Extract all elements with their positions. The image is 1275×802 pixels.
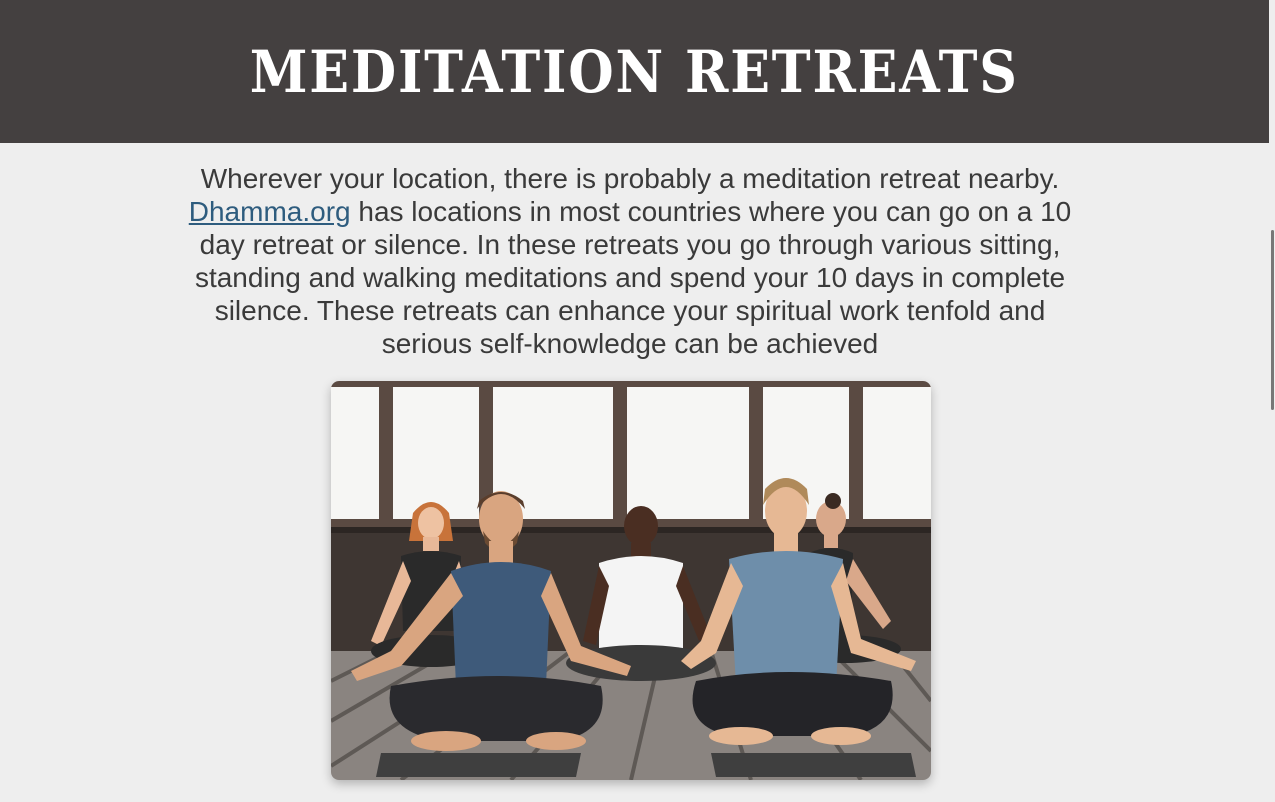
intro-paragraph: Wherever your location, there is probabl… xyxy=(180,162,1080,360)
header-banner: MEDITATION RETREATS xyxy=(0,0,1269,143)
page-title: MEDITATION RETREATS xyxy=(249,37,1020,106)
scrollbar-thumb[interactable] xyxy=(1271,230,1274,410)
dhamma-link[interactable]: Dhamma.org xyxy=(189,196,351,227)
meditation-photo xyxy=(331,381,931,780)
meditation-photo-illustration xyxy=(331,381,931,780)
vertical-scrollbar[interactable] xyxy=(1269,0,1275,802)
intro-text-start: Wherever your location, there is probabl… xyxy=(200,163,1060,194)
page: MEDITATION RETREATS Wherever your locati… xyxy=(0,0,1275,802)
